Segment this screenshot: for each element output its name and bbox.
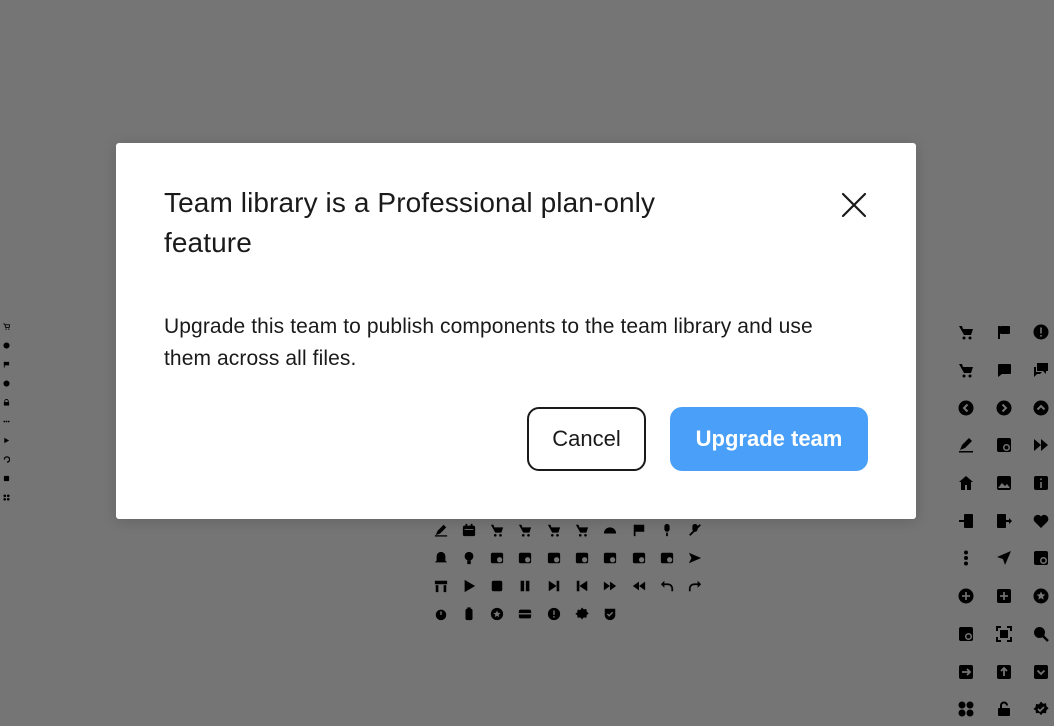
window-add-icon: [996, 437, 1012, 453]
dialog-title: Team library is a Professional plan-only…: [164, 187, 656, 258]
shell-icon: [603, 523, 617, 537]
stop-icon: [490, 579, 504, 593]
microphone-icon: [660, 523, 674, 537]
pencil-icon: [958, 437, 974, 453]
cart-icon: [3, 323, 10, 330]
window-icon: [603, 551, 617, 565]
grid-icon: [3, 494, 10, 501]
chevron-left-circle-icon: [958, 400, 974, 416]
chevron-down-square-icon: [1033, 664, 1049, 680]
modal-backdrop[interactable]: Team library is a Professional plan-only…: [0, 0, 1054, 726]
upgrade-team-button[interactable]: Upgrade team: [670, 407, 868, 471]
login-icon: [958, 513, 974, 529]
pencil-icon: [434, 523, 448, 537]
box-icon: [3, 475, 10, 482]
image-icon: [996, 475, 1012, 491]
star-circle-icon: [1033, 588, 1049, 604]
window-icon: [490, 551, 504, 565]
clock-icon: [3, 380, 10, 387]
cart-icon: [547, 523, 561, 537]
unlock-icon: [996, 701, 1012, 717]
store-icon: [434, 579, 448, 593]
window-icon: [547, 551, 561, 565]
bell-icon: [434, 551, 448, 565]
arrow-up-square-icon: [996, 664, 1012, 680]
upgrade-dialog: Team library is a Professional plan-only…: [116, 143, 916, 519]
pause-icon: [518, 579, 532, 593]
chevron-up-circle-icon: [1033, 400, 1049, 416]
shield-icon: [603, 607, 617, 621]
star-badge-icon: [490, 607, 504, 621]
undo-icon: [660, 579, 674, 593]
apps-icon: [958, 701, 974, 717]
chevron-right-circle-icon: [996, 400, 1012, 416]
skip-previous-icon: [575, 579, 589, 593]
play-icon: [462, 579, 476, 593]
circle-icon: [3, 342, 10, 349]
dialog-message: Upgrade this team to publish components …: [164, 315, 813, 370]
gear-badge-icon: [1033, 701, 1049, 717]
flag-icon: [996, 324, 1012, 340]
cart-icon: [575, 523, 589, 537]
lock-icon: [3, 399, 10, 406]
rewind-icon: [632, 579, 646, 593]
window-icon: [518, 551, 532, 565]
gear-badge-icon: [575, 607, 589, 621]
close-icon: [841, 192, 867, 218]
cart-add-icon: [518, 523, 532, 537]
scan-icon: [996, 626, 1012, 642]
info-icon: [1033, 475, 1049, 491]
cancel-button[interactable]: Cancel: [527, 407, 646, 471]
send-icon: [688, 551, 702, 565]
alert-circle-icon: [1033, 324, 1049, 340]
redo-icon: [688, 579, 702, 593]
chat-icon: [996, 362, 1012, 378]
plus-square-icon: [996, 588, 1012, 604]
window-icon: [632, 551, 646, 565]
home-icon: [958, 475, 974, 491]
flag-icon: [3, 361, 10, 368]
cart-icon: [958, 362, 974, 378]
window-icon: [575, 551, 589, 565]
card-icon: [518, 607, 532, 621]
cart-add-icon: [958, 324, 974, 340]
alert-icon: [547, 607, 561, 621]
logout-icon: [996, 513, 1012, 529]
close-button[interactable]: [834, 185, 874, 225]
chats-icon: [1033, 362, 1049, 378]
fast-forward-icon: [1033, 437, 1049, 453]
alarm-icon: [434, 607, 448, 621]
navigation-icon: [996, 550, 1012, 566]
heart-icon: [1033, 513, 1049, 529]
fast-forward-icon: [603, 579, 617, 593]
lightbulb-icon: [462, 551, 476, 565]
undo-icon: [3, 456, 10, 463]
more-vertical-icon: [958, 550, 974, 566]
microphone-off-icon: [688, 523, 702, 537]
window-add-icon: [1033, 550, 1049, 566]
arrow-right-square-icon: [958, 664, 974, 680]
battery-icon: [462, 607, 476, 621]
flag-icon: [632, 523, 646, 537]
search-icon: [1033, 626, 1049, 642]
calendar-icon: [462, 523, 476, 537]
skip-next-icon: [547, 579, 561, 593]
ellipsis-icon: [3, 418, 10, 425]
cart-icon: [490, 523, 504, 537]
window-icon: [660, 551, 674, 565]
window-add-icon: [958, 626, 974, 642]
play-icon: [3, 437, 10, 444]
plus-circle-icon: [958, 588, 974, 604]
